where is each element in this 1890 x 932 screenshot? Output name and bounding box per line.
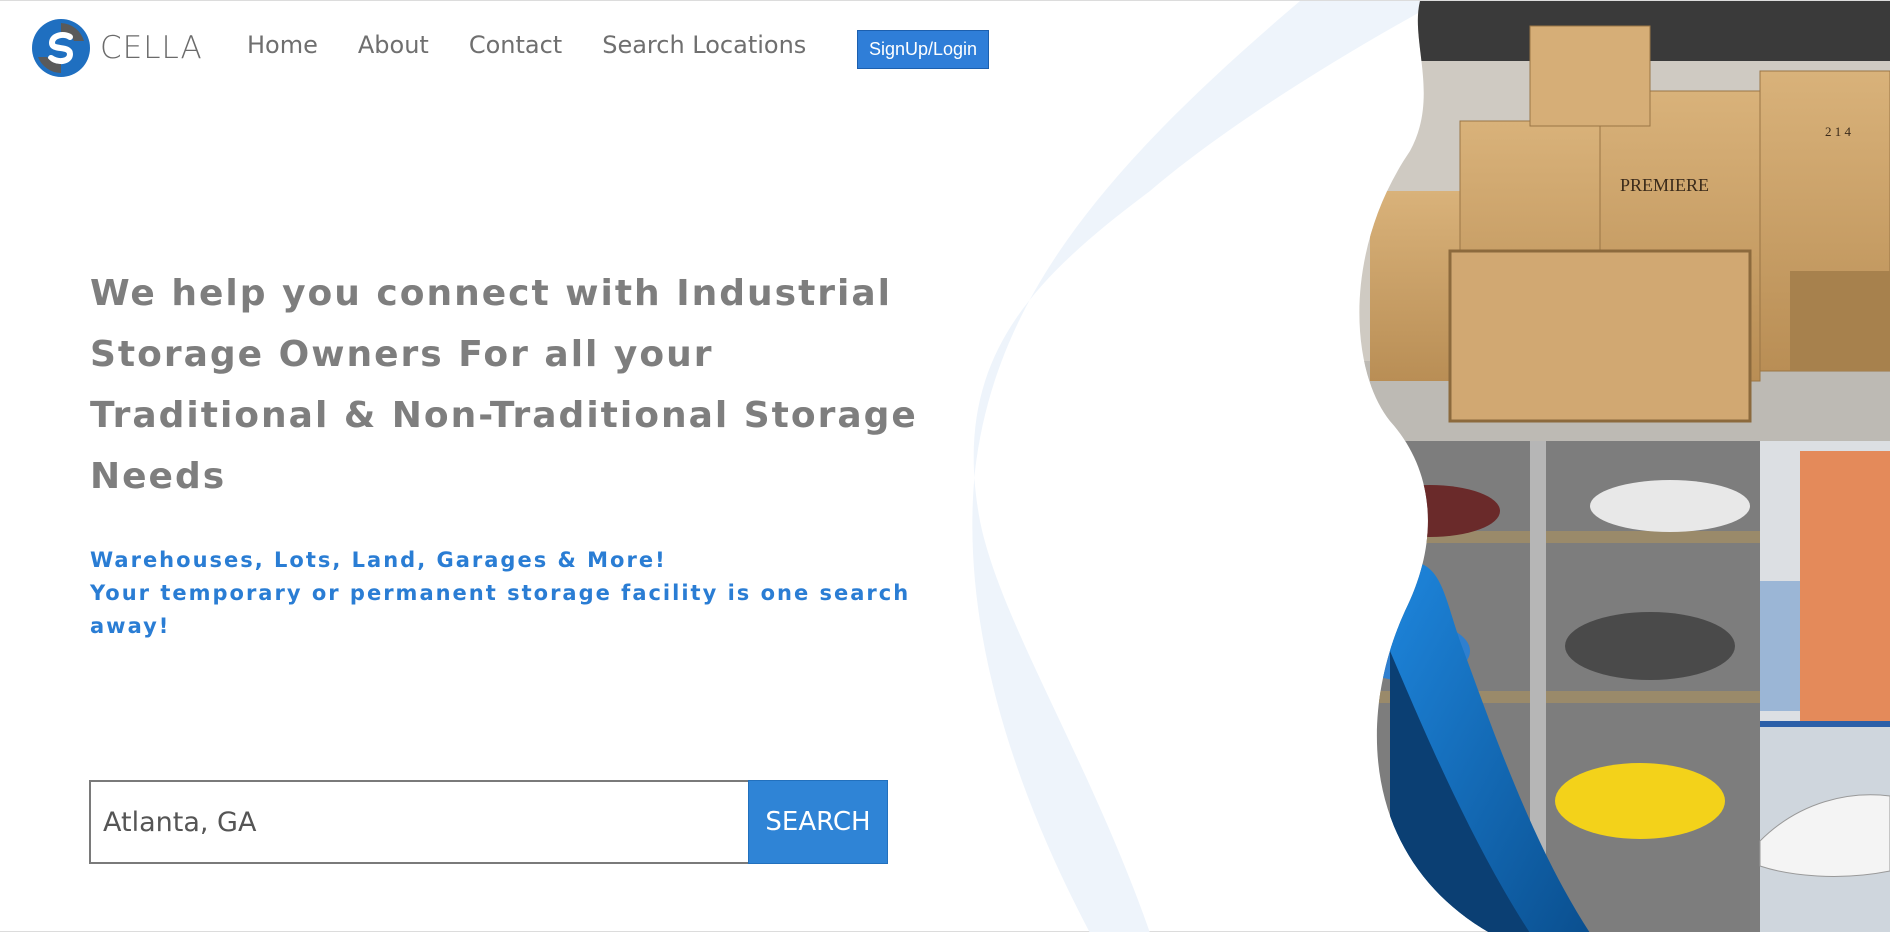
location-search: SEARCH	[89, 780, 888, 864]
nav-home[interactable]: Home	[247, 31, 318, 59]
crate-number: 2 1 4	[1825, 124, 1852, 139]
brand-logo[interactable]: CELLA	[30, 17, 203, 79]
search-button[interactable]: SEARCH	[748, 780, 888, 864]
hero-headline: We help you connect with Industrial Stor…	[90, 273, 918, 497]
hero-tagline: Warehouses, Lots, Land, Garages & More! …	[90, 544, 930, 643]
warehouse-crates-photo: PREMIERE 2 1 4	[1359, 1, 1890, 441]
nav-search-locations[interactable]: Search Locations	[602, 31, 806, 59]
nav-contact[interactable]: Contact	[469, 31, 562, 59]
nav-about[interactable]: About	[358, 31, 429, 59]
storage-collage-image: PREMIERE 2 1 4	[972, 1, 1890, 932]
pallet-warehouse-photo	[1760, 441, 1890, 727]
tagline-line-1: Warehouses, Lots, Land, Garages & More!	[90, 548, 667, 572]
page: CELLA Home About Contact Search Location…	[0, 0, 1890, 932]
light-swoosh-shape	[972, 1, 1440, 932]
crate-label-1: PREMIERE	[1620, 175, 1709, 195]
main-nav: Home About Contact Search Locations	[247, 31, 846, 59]
location-search-input[interactable]	[89, 780, 748, 864]
brand-name: CELLA	[100, 30, 203, 66]
cella-logo-icon	[32, 19, 90, 77]
boat-storage-photo	[1759, 727, 1890, 932]
tagline-line-2: Your temporary or permanent storage faci…	[90, 581, 911, 638]
